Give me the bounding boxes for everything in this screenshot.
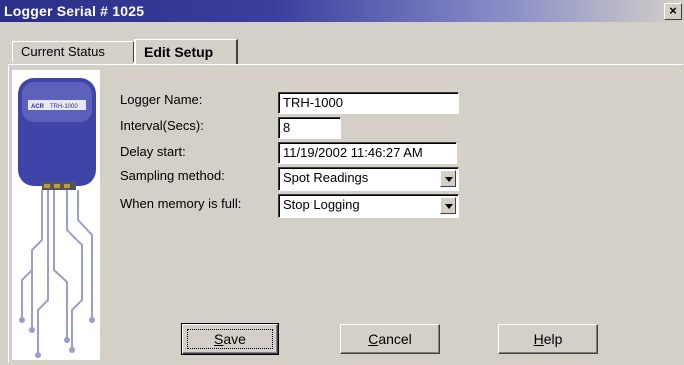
delay-start-label: Delay start: — [120, 144, 186, 159]
close-icon: × — [669, 3, 677, 18]
device-brand: ACR — [31, 104, 45, 110]
tab-edit-setup[interactable]: Edit Setup — [134, 39, 238, 64]
focus-rectangle — [187, 329, 273, 349]
help-label-rest: elp — [543, 331, 563, 347]
cancel-button[interactable]: Cancel — [340, 324, 440, 354]
logger-name-field[interactable]: TRH-1000 — [278, 92, 459, 114]
cancel-label-rest: ancel — [378, 331, 412, 347]
save-button[interactable]: Save — [181, 323, 279, 355]
device-label: TRH-1000 — [50, 104, 78, 110]
logger-window: Logger Serial # 1025 × Current Status Ed… — [0, 0, 684, 364]
logger-name-label: Logger Name: — [120, 92, 203, 107]
window-title: Logger Serial # 1025 — [4, 3, 145, 19]
tab-current-status[interactable]: Current Status — [12, 41, 134, 62]
title-bar[interactable]: Logger Serial # 1025 × — [0, 0, 684, 22]
close-button[interactable]: × — [664, 3, 682, 20]
help-mnemonic: H — [533, 331, 544, 347]
memory-full-value: Stop Logging — [283, 197, 360, 212]
delay-start-field[interactable]: 11/19/2002 11:46:27 AM — [278, 142, 457, 164]
sampling-method-label: Sampling method: — [120, 168, 225, 183]
sampling-method-value: Spot Readings — [283, 170, 369, 185]
memory-full-label: When memory is full: — [120, 196, 242, 211]
sampling-method-select[interactable]: Spot Readings — [278, 167, 459, 191]
cancel-mnemonic: C — [368, 331, 379, 347]
logger-device-illustration: ACR TRH-1000 — [18, 78, 96, 358]
memory-full-select[interactable]: Stop Logging — [278, 194, 459, 218]
help-button[interactable]: Help — [498, 324, 598, 354]
logger-device-image: ACR TRH-1000 — [12, 70, 100, 360]
chevron-down-icon[interactable] — [440, 197, 456, 214]
interval-label: Interval(Secs): — [120, 118, 204, 133]
chevron-down-icon[interactable] — [440, 170, 456, 187]
interval-field[interactable]: 8 — [278, 117, 341, 139]
